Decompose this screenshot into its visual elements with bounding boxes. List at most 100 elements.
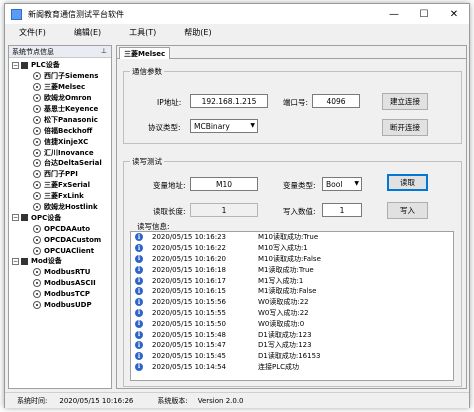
collapse-icon[interactable]: −	[12, 257, 19, 265]
device-icon	[33, 115, 41, 124]
ip-input[interactable]	[190, 94, 268, 108]
write-button[interactable]: 写入	[387, 202, 428, 219]
device-tree: − PLC设备 西门子Siemens 三菱Melsec 欧姆龙Omron 基恩士Keyen…	[9, 58, 111, 310]
log-message: W0写入成功:22	[258, 308, 309, 317]
tree-item[interactable]: 信捷XinjeXC	[9, 136, 111, 147]
log-row[interactable]: i 2020/05/15 10:15:56 W0读取成功:22	[131, 297, 453, 308]
info-icon: i	[135, 341, 143, 350]
collapse-icon[interactable]: −	[12, 61, 19, 69]
log-row[interactable]: i 2020/05/15 10:15:50 W0读取成功:0	[131, 318, 453, 329]
tree-item[interactable]: OPCDAAuto	[9, 223, 111, 234]
tree-item[interactable]: 三菱Melsec	[9, 82, 111, 93]
log-message: M10读取成功:False	[258, 254, 321, 263]
info-icon: i	[135, 330, 143, 339]
port-input[interactable]	[312, 94, 360, 108]
tree-item-label: 三菱FxLink	[44, 192, 84, 201]
protocol-select[interactable]: MCBinary ▼	[190, 119, 258, 133]
tree-item[interactable]: 汇川Inovance	[9, 147, 111, 158]
tree-item[interactable]: 台达DeltaSerial	[9, 158, 111, 169]
tree-group[interactable]: − OPC设备	[9, 212, 111, 223]
log-message: D1写入成功:123	[258, 341, 312, 350]
tree-item-label: 欧姆龙Omron	[44, 94, 92, 103]
tree-group[interactable]: − PLC设备	[9, 60, 111, 71]
log-time: 2020/05/15 10:16:17	[152, 276, 227, 285]
log-row[interactable]: i 2020/05/15 10:15:48 D1读取成功:123	[131, 329, 453, 340]
read-length-input[interactable]	[190, 203, 258, 217]
log-time: 2020/05/15 10:16:18	[152, 265, 227, 274]
tree-item-label: ModbusASCII	[44, 279, 96, 288]
read-button[interactable]: 读取	[387, 174, 428, 191]
log-row[interactable]: i 2020/05/15 10:15:55 W0写入成功:22	[131, 308, 453, 319]
tree-item[interactable]: 欧姆龙Omron	[9, 93, 111, 104]
tree-group[interactable]: − Mod设备	[9, 256, 111, 267]
tree-item[interactable]: OPCDACustom	[9, 234, 111, 245]
log-row[interactable]: i 2020/05/15 10:15:47 D1写入成功:123	[131, 340, 453, 351]
log-row[interactable]: i 2020/05/15 10:16:18 M1读取成功:True	[131, 264, 453, 275]
system-time-label: 系统时间:	[17, 396, 48, 405]
tree-item[interactable]: ModbusUDP	[9, 300, 111, 311]
app-window: 新阁教育通信测试平台软件 — ☐ ✕ 文件(F) 编辑(E) 工具(T) 帮助(…	[4, 3, 470, 408]
log-row[interactable]: i 2020/05/15 10:16:22 M10写入成功:1	[131, 243, 453, 254]
tree-item[interactable]: ModbusASCII	[9, 278, 111, 289]
maximize-button[interactable]: ☐	[409, 4, 439, 24]
tree-item[interactable]: ModbusTCP	[9, 289, 111, 300]
info-icon: i	[135, 265, 143, 274]
status-bar: 系统时间: 2020/05/15 10:16:26 系统版本: Version …	[5, 392, 469, 408]
tree-item[interactable]: ModbusRTU	[9, 267, 111, 278]
menu-help[interactable]: 帮助(E)	[184, 27, 211, 38]
log-row[interactable]: i 2020/05/15 10:16:15 M1读取成功:False	[131, 286, 453, 297]
tree-item[interactable]: 欧姆龙Hostlink	[9, 202, 111, 213]
tree-item-label: 西门子Siemens	[44, 72, 99, 81]
log-time: 2020/05/15 10:15:55	[152, 308, 227, 317]
write-value-input[interactable]	[322, 203, 362, 217]
menu-edit[interactable]: 编辑(E)	[74, 27, 101, 38]
tree-group-label: Mod设备	[31, 257, 62, 266]
disconnect-button[interactable]: 断开连接	[382, 119, 428, 136]
log-row[interactable]: i 2020/05/15 10:15:45 D1读取成功:16153	[131, 351, 453, 362]
address-input[interactable]	[190, 177, 258, 191]
tree-item-label: OPCDACustom	[44, 235, 102, 244]
info-icon: i	[135, 298, 143, 307]
info-icon: i	[135, 319, 143, 328]
tree-item-label: 汇川Inovance	[44, 148, 94, 157]
log-time: 2020/05/15 10:16:20	[152, 254, 227, 263]
log-row[interactable]: i 2020/05/15 10:14:54 连接PLC成功	[131, 362, 453, 373]
info-icon: i	[135, 308, 143, 317]
menu-file[interactable]: 文件(F)	[19, 27, 46, 38]
device-icon	[33, 224, 41, 233]
info-icon: i	[135, 287, 143, 296]
pin-icon[interactable]: ⊥	[101, 47, 107, 55]
collapse-icon[interactable]: −	[12, 214, 19, 222]
tab-melsec[interactable]: 三菱Melsec	[119, 47, 171, 59]
log-row[interactable]: i 2020/05/15 10:16:17 M1写入成功:1	[131, 275, 453, 286]
info-icon: i	[135, 276, 143, 285]
connect-button[interactable]: 建立连接	[382, 93, 428, 110]
tree-item[interactable]: 松下Panasonic	[9, 114, 111, 125]
tree-item[interactable]: 西门子Siemens	[9, 71, 111, 82]
tree-item[interactable]: 基恩士Keyence	[9, 104, 111, 115]
log-time: 2020/05/15 10:16:23	[152, 233, 227, 242]
tree-item-label: 倍福Beckhoff	[44, 126, 93, 135]
tree-item-label: 三菱FxSerial	[44, 181, 91, 190]
tree-item[interactable]: OPCUAClient	[9, 245, 111, 256]
close-button[interactable]: ✕	[439, 4, 469, 24]
info-icon: i	[135, 233, 143, 242]
tree-item-label: ModbusTCP	[44, 290, 90, 299]
menu-tools[interactable]: 工具(T)	[129, 27, 156, 38]
tree-item[interactable]: 倍福Beckhoff	[9, 125, 111, 136]
main-panel: 三菱Melsec 通信参数 IP地址: 端口号: 建立连接 协议类型: MCBi…	[116, 45, 467, 389]
log-row[interactable]: i 2020/05/15 10:16:23 M10读取成功:True	[131, 232, 453, 243]
device-icon	[33, 126, 41, 135]
log-message: M1读取成功:False	[258, 287, 317, 296]
tree-item[interactable]: 西门子PPI	[9, 169, 111, 180]
log-row[interactable]: i 2020/05/15 10:16:20 M10读取成功:False	[131, 254, 453, 265]
device-icon	[33, 72, 41, 81]
tree-item[interactable]: 三菱FxSerial	[9, 180, 111, 191]
tree-item[interactable]: 三菱FxLink	[9, 191, 111, 202]
minimize-button[interactable]: —	[379, 4, 409, 24]
log-list[interactable]: i 2020/05/15 10:16:23 M10读取成功:True i 2020/05…	[130, 231, 454, 381]
device-tree-panel: 系统节点信息 ⊥ − PLC设备 西门子Siemens 三菱Melsec 欧姆龙Omro…	[8, 45, 112, 389]
title-bar: 新阁教育通信测试平台软件 — ☐ ✕	[5, 4, 469, 24]
tree-item-label: 欧姆龙Hostlink	[44, 203, 98, 212]
type-select[interactable]: Bool ▼	[322, 177, 362, 191]
